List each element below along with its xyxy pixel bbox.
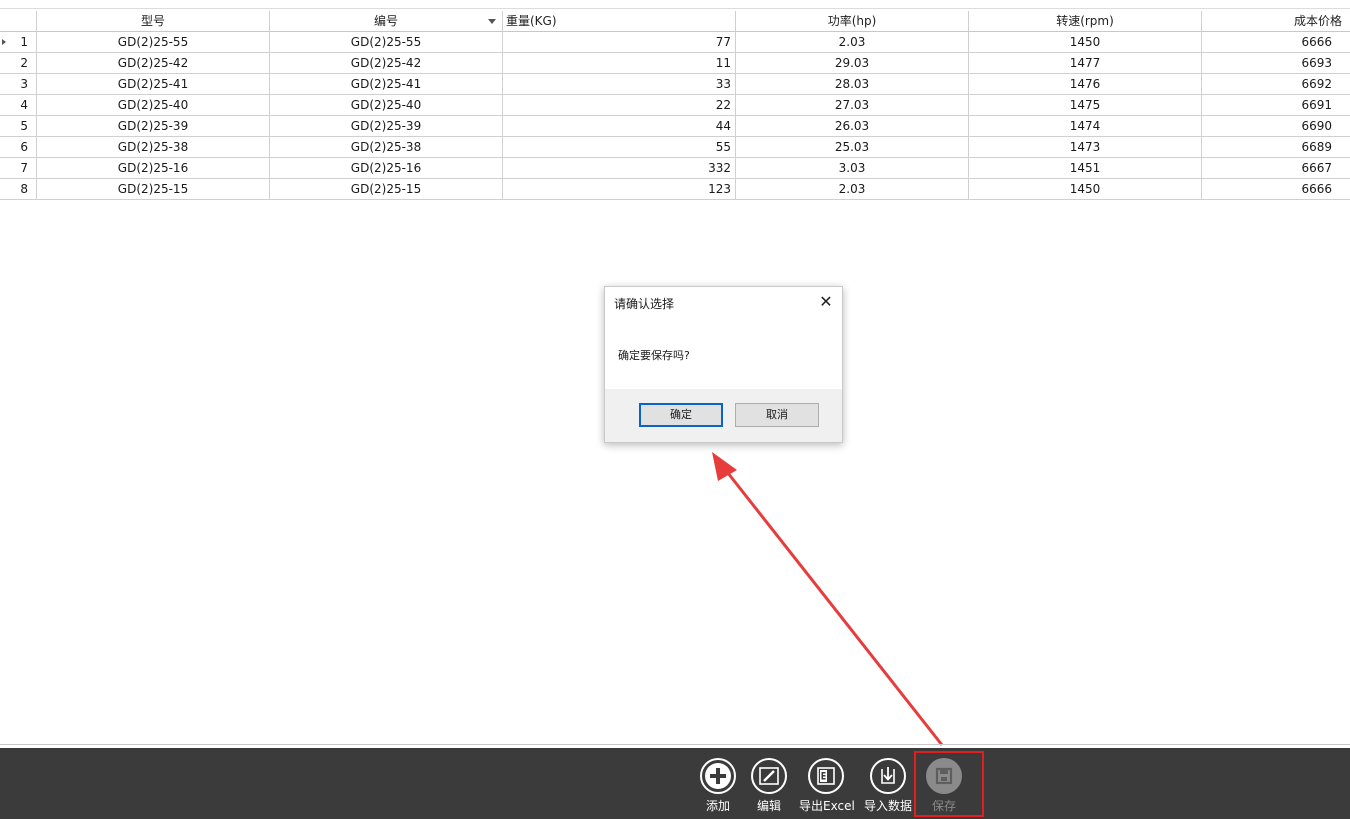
import-label: 导入数据 [863,799,912,813]
power-cell[interactable]: 28.03 [736,74,969,95]
import-data-button[interactable]: 导入数据 [862,758,914,814]
row-index-cell[interactable]: 6 [0,137,37,158]
column-header-cost[interactable]: 成本价格 [1202,11,1350,32]
column-header-code-label: 编号 [373,14,398,28]
column-header-speed[interactable]: 转速(rpm) [969,11,1202,32]
speed-cell[interactable]: 1474 [969,116,1202,137]
model-cell[interactable]: GD(2)25-40 [37,95,270,116]
power-cell[interactable]: 25.03 [736,137,969,158]
annotation-arrow-head [712,452,737,481]
table-row[interactable]: 5 GD(2)25-39 GD(2)25-39 44 26.03 1474 6690 [0,116,1350,137]
cost-cell[interactable]: 6666 [1202,32,1350,53]
row-index-cell[interactable]: 8 [0,179,37,200]
code-cell[interactable]: GD(2)25-55 [270,32,503,53]
code-cell[interactable]: GD(2)25-16 [270,158,503,179]
cost-cell[interactable]: 6691 [1202,95,1350,116]
model-cell[interactable]: GD(2)25-15 [37,179,270,200]
speed-cell[interactable]: 1475 [969,95,1202,116]
annotation-arrow-shaft [722,467,944,746]
dialog-title: 请确认选择 [614,297,675,311]
column-header-model[interactable]: 型号 [37,11,270,32]
speed-cell[interactable]: 1450 [969,179,1202,200]
code-cell[interactable]: GD(2)25-42 [270,53,503,74]
row-index-cell[interactable]: 5 [0,116,37,137]
model-cell[interactable]: GD(2)25-39 [37,116,270,137]
grid-header-row: 型号 编号 重量(KG) 功率(hp) 转速(rpm) 成本价格 [0,11,1350,32]
power-cell[interactable]: 27.03 [736,95,969,116]
power-cell[interactable]: 2.03 [736,32,969,53]
row-index-cell[interactable]: 1 [0,32,37,53]
toolbar-divider [0,744,1350,745]
model-cell[interactable]: GD(2)25-42 [37,53,270,74]
cost-cell[interactable]: 6692 [1202,74,1350,95]
code-cell[interactable]: GD(2)25-40 [270,95,503,116]
row-index-cell[interactable]: 4 [0,95,37,116]
code-cell[interactable]: GD(2)25-15 [270,179,503,200]
model-cell[interactable]: GD(2)25-55 [37,32,270,53]
cost-cell[interactable]: 6666 [1202,179,1350,200]
weight-cell[interactable]: 77 [503,32,736,53]
dialog-footer: 确定 取消 [605,389,842,442]
ok-button[interactable]: 确定 [639,403,723,427]
cost-cell[interactable]: 6690 [1202,116,1350,137]
weight-cell[interactable]: 332 [503,158,736,179]
speed-cell[interactable]: 1476 [969,74,1202,95]
power-cell[interactable]: 29.03 [736,53,969,74]
code-cell[interactable]: GD(2)25-38 [270,137,503,158]
close-icon[interactable]: ✕ [816,292,836,312]
speed-cell[interactable]: 1477 [969,53,1202,74]
export-label: 导出Excel [799,799,855,813]
save-highlight-box [914,751,984,817]
table-row[interactable]: 6 GD(2)25-38 GD(2)25-38 55 25.03 1473 6689 [0,137,1350,158]
cancel-button[interactable]: 取消 [735,403,819,427]
plus-icon [700,758,736,794]
model-cell[interactable]: GD(2)25-41 [37,74,270,95]
add-label: 添加 [705,799,730,813]
model-cell[interactable]: GD(2)25-16 [37,158,270,179]
confirm-dialog: 请确认选择 ✕ 确定要保存吗? 确定 取消 [604,286,843,443]
edit-icon [751,758,787,794]
code-cell[interactable]: GD(2)25-41 [270,74,503,95]
table-row[interactable]: 3 GD(2)25-41 GD(2)25-41 33 28.03 1476 6692 [0,74,1350,95]
weight-cell[interactable]: 11 [503,53,736,74]
power-cell[interactable]: 26.03 [736,116,969,137]
cost-cell[interactable]: 6689 [1202,137,1350,158]
table-row[interactable]: 2 GD(2)25-42 GD(2)25-42 11 29.03 1477 6693 [0,53,1350,74]
cost-cell[interactable]: 6693 [1202,53,1350,74]
row-index-cell[interactable]: 3 [0,74,37,95]
edit-label: 编辑 [756,799,781,813]
table-row[interactable]: 8 GD(2)25-15 GD(2)25-15 123 2.03 1450 6666 [0,179,1350,200]
table-row[interactable]: 4 GD(2)25-40 GD(2)25-40 22 27.03 1475 6691 [0,95,1350,116]
column-header-weight[interactable]: 重量(KG) [503,11,736,32]
row-index-cell[interactable]: 2 [0,53,37,74]
model-cell[interactable]: GD(2)25-38 [37,137,270,158]
add-button[interactable]: 添加 [698,758,738,814]
column-header-code[interactable]: 编号 [270,11,503,32]
bottom-toolbar: 添加 编辑 导出Excel 导入数据 保存 [0,748,1350,819]
top-divider [0,8,1350,9]
power-cell[interactable]: 2.03 [736,179,969,200]
row-indicator-header [0,11,37,32]
speed-cell[interactable]: 1450 [969,32,1202,53]
column-header-power[interactable]: 功率(hp) [736,11,969,32]
weight-cell[interactable]: 22 [503,95,736,116]
weight-cell[interactable]: 44 [503,116,736,137]
speed-cell[interactable]: 1473 [969,137,1202,158]
dialog-message: 确定要保存吗? [618,349,690,362]
excel-icon [808,758,844,794]
code-cell[interactable]: GD(2)25-39 [270,116,503,137]
weight-cell[interactable]: 123 [503,179,736,200]
speed-cell[interactable]: 1451 [969,158,1202,179]
table-row[interactable]: 7 GD(2)25-16 GD(2)25-16 332 3.03 1451 6667 [0,158,1350,179]
power-cell[interactable]: 3.03 [736,158,969,179]
weight-cell[interactable]: 55 [503,137,736,158]
filter-dropdown-icon[interactable] [488,19,496,24]
weight-cell[interactable]: 33 [503,74,736,95]
cost-cell[interactable]: 6667 [1202,158,1350,179]
import-icon [870,758,906,794]
row-index-cell[interactable]: 7 [0,158,37,179]
export-excel-button[interactable]: 导出Excel [799,758,855,814]
edit-button[interactable]: 编辑 [749,758,789,814]
table-row[interactable]: 1 GD(2)25-55 GD(2)25-55 77 2.03 1450 6666 [0,32,1350,53]
